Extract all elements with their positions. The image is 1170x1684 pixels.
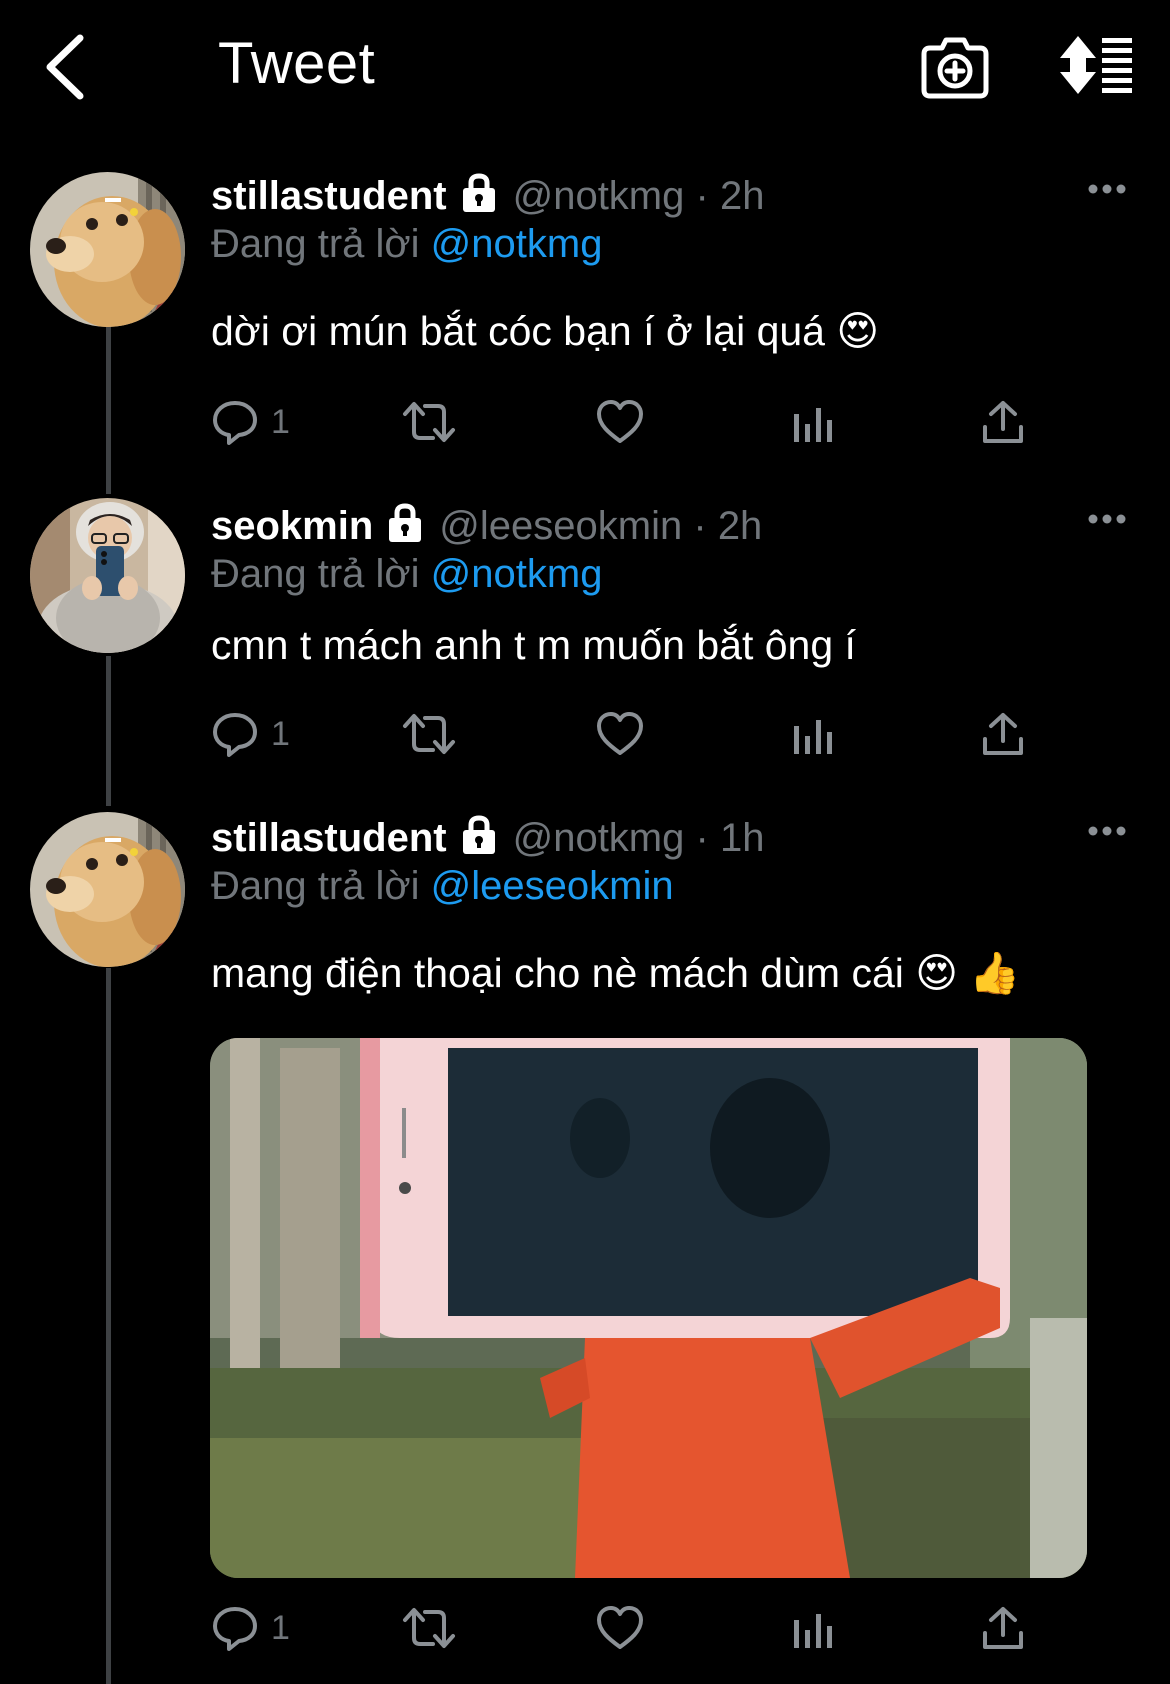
camera-button[interactable] <box>920 32 990 102</box>
more-horizontal-icon <box>1088 514 1126 524</box>
dog-avatar-image <box>30 812 185 967</box>
phone-costume-image <box>210 1038 1087 1578</box>
mention-link[interactable]: @notkmg <box>431 552 603 596</box>
display-name[interactable]: stillastudent <box>211 174 447 218</box>
reply-button[interactable]: 1 <box>211 394 290 450</box>
analytics-icon <box>794 1614 832 1648</box>
like-button[interactable] <box>595 394 645 450</box>
analytics-button[interactable] <box>793 1600 833 1656</box>
heart-icon <box>597 712 643 755</box>
replying-to-label: Đang trả lời <box>211 552 420 596</box>
retweet-button[interactable] <box>401 1600 457 1656</box>
avatar[interactable] <box>30 812 185 967</box>
share-button[interactable] <box>981 1600 1025 1656</box>
thread-connector <box>106 968 111 1684</box>
chevron-left-icon <box>46 34 84 100</box>
avatar[interactable] <box>30 172 185 327</box>
display-name[interactable]: stillastudent <box>211 816 447 860</box>
action-bar: 1 <box>211 706 1051 762</box>
mention-link[interactable]: @leeseokmin <box>431 864 674 908</box>
tweet-text: mang điện thoại cho nè mách dùm cái 😍 👍 <box>211 950 1021 996</box>
replying-to-label: Đang trả lời <box>211 222 420 266</box>
thread-connector <box>106 656 111 806</box>
lock-icon <box>385 503 425 554</box>
retweet-icon <box>403 1608 455 1648</box>
reply-count: 1 <box>271 1608 290 1647</box>
tweet-media-gif[interactable] <box>210 1038 1087 1578</box>
retweet-button[interactable] <box>401 706 457 762</box>
like-button[interactable] <box>595 1600 645 1656</box>
thread-connector <box>106 326 111 494</box>
separator: · <box>693 504 707 548</box>
display-name[interactable]: seokmin <box>211 504 373 548</box>
user-handle[interactable]: @notkmg <box>513 174 685 218</box>
retweet-icon <box>403 714 455 754</box>
dog-avatar-image <box>30 172 185 327</box>
separator: · <box>695 816 709 860</box>
heart-icon <box>597 1606 643 1649</box>
more-horizontal-icon <box>1088 184 1126 194</box>
analytics-button[interactable] <box>793 394 833 450</box>
analytics-icon <box>794 720 832 754</box>
lock-icon <box>459 173 499 224</box>
analytics-icon <box>794 408 832 442</box>
action-bar: 1 <box>211 394 1051 450</box>
timestamp[interactable]: 2h <box>718 504 763 548</box>
timestamp[interactable]: 1h <box>720 816 765 860</box>
retweet-button[interactable] <box>401 394 457 450</box>
share-button[interactable] <box>981 706 1025 762</box>
tweet-text: dời ơi mún bắt cóc bạn í ở lại quá 😍 <box>211 308 880 354</box>
top-bar: Tweet <box>0 0 1170 140</box>
user-handle[interactable]: @leeseokmin <box>439 504 682 548</box>
reply-count: 1 <box>271 714 290 753</box>
page-title: Tweet <box>218 31 376 96</box>
person-avatar-image <box>30 498 185 653</box>
separator: · <box>695 174 709 218</box>
more-options-button[interactable] <box>1088 824 1126 838</box>
sort-icon <box>1060 36 1132 94</box>
share-button[interactable] <box>981 394 1025 450</box>
like-button[interactable] <box>595 706 645 762</box>
action-bar: 1 <box>211 1600 1051 1656</box>
more-options-button[interactable] <box>1088 182 1126 196</box>
retweet-icon <box>403 402 455 442</box>
timestamp[interactable]: 2h <box>720 174 765 218</box>
mention-link[interactable]: @notkmg <box>431 222 603 266</box>
tweet-header: stillastudent @notkmg · 2h <box>211 172 764 224</box>
share-icon <box>983 713 1023 755</box>
reply-icon <box>213 713 257 757</box>
share-icon <box>983 1607 1023 1649</box>
replying-to: Đang trả lời @notkmg <box>211 550 602 598</box>
analytics-button[interactable] <box>793 706 833 762</box>
reply-button[interactable]: 1 <box>211 1600 290 1656</box>
more-horizontal-icon <box>1088 826 1126 836</box>
tweet-text: cmn t mách anh t m muốn bắt ông í <box>211 622 856 668</box>
user-handle[interactable]: @notkmg <box>513 816 685 860</box>
tweet-header: seokmin @leeseokmin · 2h <box>211 502 762 554</box>
reply-button[interactable]: 1 <box>211 706 290 762</box>
reply-count: 1 <box>271 402 290 441</box>
heart-icon <box>597 400 643 443</box>
camera-plus-icon <box>921 37 989 99</box>
back-button[interactable] <box>40 30 100 104</box>
replying-to: Đang trả lời @notkmg <box>211 220 602 268</box>
sort-replies-button[interactable] <box>1058 34 1138 96</box>
more-options-button[interactable] <box>1088 512 1126 526</box>
reply-icon <box>213 1607 257 1651</box>
replying-to-label: Đang trả lời <box>211 864 420 908</box>
share-icon <box>983 401 1023 443</box>
tweet-header: stillastudent @notkmg · 1h <box>211 814 764 866</box>
lock-icon <box>459 815 499 866</box>
reply-icon <box>213 401 257 445</box>
replying-to: Đang trả lời @leeseokmin <box>211 862 674 910</box>
avatar[interactable] <box>30 498 185 653</box>
